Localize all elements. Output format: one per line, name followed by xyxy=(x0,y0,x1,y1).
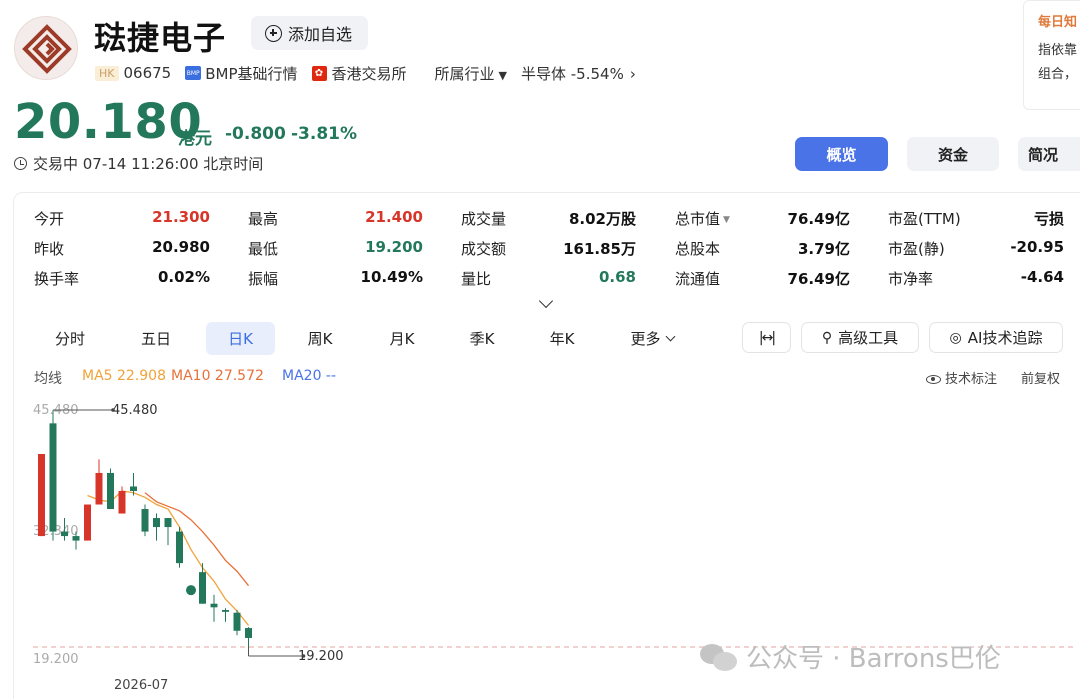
price-change: -0.800 xyxy=(225,124,286,144)
add-watchlist-label: 添加自选 xyxy=(288,25,353,44)
adjust-mode[interactable]: 前复权 xyxy=(1021,368,1060,387)
stock-name: 琺捷电子 xyxy=(94,19,227,57)
hk-flag-icon: ✿ xyxy=(311,65,327,81)
tab-funds[interactable]: 资金 xyxy=(907,137,999,171)
advanced-tools-button[interactable]: ⚲ 高级工具 xyxy=(801,322,919,353)
quote-value: 21.400 xyxy=(365,208,423,226)
quote-label: 成交量 xyxy=(461,210,507,228)
quote-label: 市净率 xyxy=(888,270,934,288)
quote-label: 昨收 xyxy=(34,240,65,258)
quote-value: 0.02% xyxy=(157,268,210,286)
watermark-text: 公众号 · Barrons巴伦 xyxy=(746,644,1001,674)
quote-value: -4.64 xyxy=(1020,268,1064,286)
advanced-tools-label: 高级工具 xyxy=(838,329,899,347)
quote-label: 量比 xyxy=(461,270,492,288)
quote-label: 最高 xyxy=(248,210,279,228)
stock-meta: HK 06675 BMP BMP基础行情 ✿ 香港交易所 所属行业 ▼ 半导体 -… xyxy=(95,62,636,84)
market-cap-dropdown[interactable]: 总市值 ▼ xyxy=(675,208,730,229)
tab-profile[interactable]: 简况 xyxy=(1018,137,1080,171)
ma-label: 均线 xyxy=(34,371,62,387)
expand-horizontal-icon: |↔| xyxy=(758,329,776,346)
tab-monthly-k[interactable]: 月K xyxy=(372,322,432,355)
promo-line: 指依靠 xyxy=(1038,43,1078,58)
market-badge: HK xyxy=(95,65,119,81)
ma5-value[interactable]: MA5 22.908 xyxy=(82,368,166,384)
clock-icon xyxy=(14,157,27,170)
ai-tracking-button[interactable]: ◎ AI技术追踪 xyxy=(929,322,1063,353)
quote-label: 总股本 xyxy=(675,240,721,258)
tab-yearly-k[interactable]: 年K xyxy=(532,322,592,355)
tab-intraday[interactable]: 分时 xyxy=(40,322,100,355)
quote-value: -20.95 xyxy=(1010,238,1064,256)
quote-value: 161.85万 xyxy=(563,240,636,258)
quote-value: 8.02万股 xyxy=(568,210,636,228)
tab-overview[interactable]: 概览 xyxy=(795,137,888,171)
quote-label: 流通值 xyxy=(675,270,721,288)
quote-label: 今开 xyxy=(34,210,65,228)
price-change-pct: -3.81% xyxy=(291,124,358,144)
tab-daily-k[interactable]: 日K xyxy=(206,322,275,355)
quote-label: 市盈(TTM) xyxy=(888,210,961,228)
quote-label: 成交额 xyxy=(461,240,507,258)
promo-line: 组合， xyxy=(1038,67,1078,82)
trading-status-text: 交易中 07-14 11:26:00 北京时间 xyxy=(33,155,264,173)
ai-icon: ◎ xyxy=(949,329,962,346)
quote-value: 19.200 xyxy=(365,238,423,256)
quote-value: 3.79亿 xyxy=(797,240,850,258)
quote-value: 0.68 xyxy=(598,268,636,286)
quote-label: 最低 xyxy=(248,240,279,258)
tools-icon: ⚲ xyxy=(821,329,833,346)
plus-circle-icon xyxy=(265,24,282,42)
quote-value: 20.980 xyxy=(152,238,210,256)
company-logo xyxy=(14,16,78,80)
quote-value: 21.300 xyxy=(152,208,210,226)
chevron-down-icon xyxy=(665,331,675,342)
industry-dropdown[interactable]: 所属行业 ▼ xyxy=(435,63,507,84)
bmp-icon: BMP xyxy=(185,66,202,80)
caret-down-icon: ▼ xyxy=(723,214,730,225)
tab-quarterly-k[interactable]: 季K xyxy=(452,322,512,355)
quote-value: 76.49亿 xyxy=(787,210,850,228)
eye-icon xyxy=(926,375,941,384)
stock-code: 06675 xyxy=(123,64,172,82)
currency-label: 港元 xyxy=(178,129,212,149)
tech-annotation-toggle[interactable]: 技术标注 xyxy=(926,368,997,387)
quote-value: 76.49亿 xyxy=(787,270,850,288)
bmp-quote-link[interactable]: BMP基础行情 xyxy=(205,63,297,84)
fit-width-button[interactable]: |↔| xyxy=(742,322,791,353)
watermark: 公众号 · Barrons巴伦 xyxy=(700,638,1001,675)
promo-title: 每日知 xyxy=(1038,15,1078,30)
quote-value: 亏损 xyxy=(1033,210,1064,228)
current-price: 20.180 xyxy=(14,94,203,150)
tab-weekly-k[interactable]: 周K xyxy=(290,322,350,355)
quote-value: 10.49% xyxy=(360,268,423,286)
trading-status: 交易中 07-14 11:26:00 北京时间 xyxy=(14,153,263,174)
exchange-label: 香港交易所 xyxy=(331,64,407,83)
daily-knowledge-card[interactable]: 每日知 指依靠 组合， xyxy=(1023,0,1080,110)
tab-five-day[interactable]: 五日 xyxy=(126,322,186,355)
wechat-icon xyxy=(700,642,738,672)
chevron-right-icon: › xyxy=(629,64,636,83)
ai-tracking-label: AI技术追踪 xyxy=(967,329,1043,347)
add-watchlist-button[interactable]: 添加自选 xyxy=(251,16,368,50)
more-dropdown[interactable]: 更多 xyxy=(622,322,682,355)
industry-link[interactable]: 半导体 -5.54% › xyxy=(521,63,636,84)
ma10-value[interactable]: MA10 27.572 xyxy=(171,368,264,384)
chevron-down-icon: ▼ xyxy=(498,68,507,82)
quote-label: 市盈(静) xyxy=(888,240,945,258)
quote-label: 换手率 xyxy=(34,270,80,288)
quote-label: 振幅 xyxy=(248,270,279,288)
ma20-value[interactable]: MA20 -- xyxy=(282,368,336,384)
